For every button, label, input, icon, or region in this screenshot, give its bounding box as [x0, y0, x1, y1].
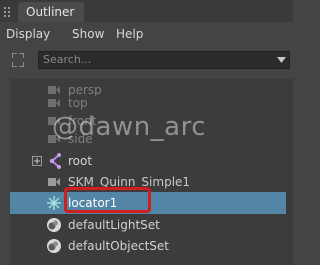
search-field[interactable] [38, 51, 290, 69]
outliner-item-defaultobjectset[interactable]: defaultObjectSet [10, 235, 286, 257]
filter-icon[interactable] [12, 53, 24, 67]
expand-icon[interactable] [32, 156, 42, 166]
locator-icon [47, 196, 61, 210]
menu-help[interactable]: Help [116, 27, 143, 41]
outliner-list: persp top front side root SKM_Quinn_Simp… [10, 79, 286, 265]
item-label: top [68, 96, 88, 110]
camera-icon [48, 99, 60, 107]
watermark: @dawn_arc [52, 112, 207, 142]
item-label: defaultLightSet [68, 218, 160, 232]
set-icon [47, 218, 61, 232]
menu-show[interactable]: Show [72, 27, 104, 41]
dropdown-arrow-icon[interactable] [277, 57, 286, 63]
highlight-box [64, 187, 151, 213]
outliner-item-root[interactable]: root [10, 150, 286, 172]
outliner-item-defaultlightset[interactable]: defaultLightSet [10, 214, 286, 236]
joint-icon [49, 153, 61, 169]
scrollbar[interactable] [286, 79, 293, 265]
search-input[interactable] [43, 52, 263, 68]
menu-display[interactable]: Display [6, 27, 50, 41]
camera-icon [48, 178, 60, 186]
drag-grip-icon[interactable] [3, 6, 11, 18]
tab-outliner[interactable]: Outliner [18, 2, 84, 22]
item-label: defaultObjectSet [68, 239, 170, 253]
set-icon [47, 239, 61, 253]
item-label: root [68, 154, 93, 168]
